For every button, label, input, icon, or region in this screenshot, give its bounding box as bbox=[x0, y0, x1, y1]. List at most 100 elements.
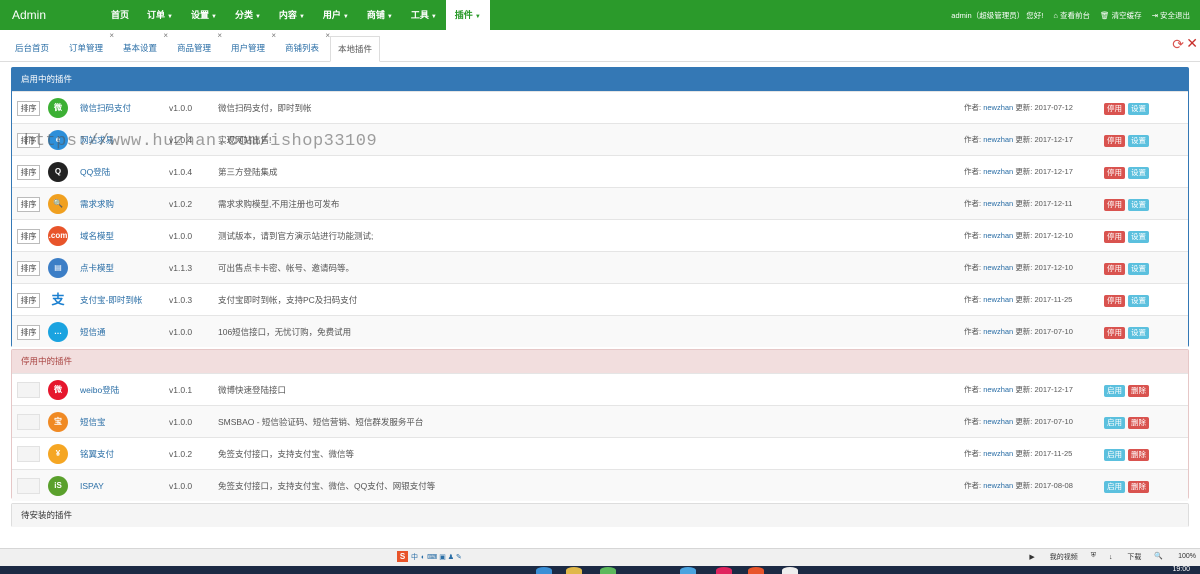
author-link[interactable]: newzhan bbox=[983, 231, 1013, 240]
disable-button[interactable]: 停用 bbox=[1104, 135, 1125, 147]
view-front-link[interactable]: ⌂ 查看前台 bbox=[1053, 10, 1090, 21]
menu-item-6[interactable]: 商铺 ▼ bbox=[358, 0, 402, 30]
tab-0[interactable]: 后台首页 bbox=[8, 36, 56, 62]
settings-button[interactable]: 设置 bbox=[1128, 263, 1149, 275]
settings-button[interactable]: 设置 bbox=[1128, 327, 1149, 339]
plugin-name-link[interactable]: QQ登陆 bbox=[80, 156, 110, 188]
ie-taskbar-icon[interactable] bbox=[536, 567, 552, 574]
author-link[interactable]: newzhan bbox=[983, 481, 1013, 490]
clear-cache-link[interactable]: 🗑 清空缓存 bbox=[1100, 10, 1142, 21]
tab-3[interactable]: 商品管理 × bbox=[170, 32, 222, 62]
menu-item-4[interactable]: 内容 ▼ bbox=[270, 0, 314, 30]
sort-button[interactable]: 排序 bbox=[17, 197, 40, 212]
chevron-down-icon: ▼ bbox=[430, 14, 437, 20]
ime-toolbar[interactable]: S 中 ◐ ⌨ ▣ ♟ ✎ bbox=[397, 551, 462, 562]
menu-item-2[interactable]: 设置 ▼ bbox=[182, 0, 226, 30]
enable-button[interactable]: 启用 bbox=[1104, 481, 1125, 493]
plugin-name-link[interactable]: 支付宝-即时到帐 bbox=[80, 284, 142, 316]
sort-button[interactable]: 排序 bbox=[17, 101, 40, 116]
update-date: 2017-07-10 bbox=[1034, 417, 1073, 426]
plugin-name-link[interactable]: 短信宝 bbox=[80, 406, 106, 438]
disable-button[interactable]: 停用 bbox=[1104, 231, 1125, 243]
download-link[interactable]: ↓ 下载 bbox=[1109, 552, 1141, 562]
author-link[interactable]: newzhan bbox=[983, 385, 1013, 394]
enable-button[interactable]: 启用 bbox=[1104, 449, 1125, 461]
disable-button[interactable]: 停用 bbox=[1104, 327, 1125, 339]
settings-button[interactable]: 设置 bbox=[1128, 167, 1149, 179]
folder-taskbar-icon[interactable] bbox=[566, 567, 582, 574]
updated-prefix: 更新: bbox=[1015, 449, 1033, 458]
plugin-name-link[interactable]: 短信通 bbox=[80, 316, 106, 348]
tab-5[interactable]: 商铺列表 × bbox=[278, 32, 330, 62]
update-date: 2017-12-10 bbox=[1034, 263, 1073, 272]
enable-button[interactable]: 启用 bbox=[1104, 417, 1125, 429]
author-link[interactable]: newzhan bbox=[983, 263, 1013, 272]
author-link[interactable]: newzhan bbox=[983, 167, 1013, 176]
disable-button[interactable]: 停用 bbox=[1104, 103, 1125, 115]
sort-button[interactable]: 排序 bbox=[17, 261, 40, 276]
sort-button[interactable]: 排序 bbox=[17, 165, 40, 180]
tab-2[interactable]: 基本设置 × bbox=[116, 32, 168, 62]
menu-item-8[interactable]: 插件 ▼ bbox=[445, 0, 490, 30]
delete-button[interactable]: 删除 bbox=[1128, 449, 1149, 461]
refresh-icon[interactable]: ⟳ bbox=[1172, 36, 1184, 53]
disable-button[interactable]: 停用 bbox=[1104, 263, 1125, 275]
sort-button[interactable]: 排序 bbox=[17, 229, 40, 244]
disable-button[interactable]: 停用 bbox=[1104, 295, 1125, 307]
close-icon[interactable]: × bbox=[109, 32, 114, 40]
sort-button[interactable]: 排序 bbox=[17, 325, 40, 340]
delete-button[interactable]: 删除 bbox=[1128, 417, 1149, 429]
menu-item-7[interactable]: 工具 ▼ bbox=[402, 0, 446, 30]
settings-button[interactable]: 设置 bbox=[1128, 231, 1149, 243]
settings-button[interactable]: 设置 bbox=[1128, 199, 1149, 211]
enable-button[interactable]: 启用 bbox=[1104, 385, 1125, 397]
plugin-name-link[interactable]: 微信扫码支付 bbox=[80, 92, 131, 124]
close-icon[interactable]: × bbox=[217, 32, 222, 40]
tab-6[interactable]: 本地插件 bbox=[330, 36, 381, 62]
author-link[interactable]: newzhan bbox=[983, 135, 1013, 144]
app3-taskbar-icon[interactable] bbox=[748, 567, 764, 574]
settings-button[interactable]: 设置 bbox=[1128, 295, 1149, 307]
author-link[interactable]: newzhan bbox=[983, 449, 1013, 458]
menu-item-3[interactable]: 分类 ▼ bbox=[226, 0, 270, 30]
taskbar-clock: 19:00 bbox=[1172, 566, 1190, 573]
app4-taskbar-icon[interactable] bbox=[782, 567, 798, 574]
zoom-level[interactable]: 🔍 100% bbox=[1154, 552, 1196, 562]
plugin-name-link[interactable]: 铭翼支付 bbox=[80, 438, 114, 470]
plugin-name-link[interactable]: 域名模型 bbox=[80, 220, 114, 252]
close-icon[interactable]: × bbox=[271, 32, 276, 40]
shield-icon[interactable]: ⛨ bbox=[1091, 552, 1096, 562]
author-link[interactable]: newzhan bbox=[983, 295, 1013, 304]
plugin-row: 排序 ▤ 点卡模型 v1.1.3 可出售点卡卡密、帐号、邀请码等。 作者: newzhan… bbox=[12, 251, 1188, 283]
plugin-name-link[interactable]: 点卡模型 bbox=[80, 252, 114, 284]
sort-button[interactable]: 排序 bbox=[17, 293, 40, 308]
browser-taskbar-icon[interactable] bbox=[600, 567, 616, 574]
close-all-icon[interactable]: ✕ bbox=[1186, 35, 1198, 52]
plugin-name-link[interactable]: weibo登陆 bbox=[80, 374, 119, 406]
plugin-name-link[interactable]: ISPAY bbox=[80, 470, 104, 502]
author-link[interactable]: newzhan bbox=[983, 417, 1013, 426]
menu-item-0[interactable]: 首页 bbox=[102, 0, 138, 30]
delete-button[interactable]: 删除 bbox=[1128, 481, 1149, 493]
author-link[interactable]: newzhan bbox=[983, 103, 1013, 112]
author-link[interactable]: newzhan bbox=[983, 327, 1013, 336]
app2-taskbar-icon[interactable] bbox=[716, 567, 732, 574]
menu-item-1[interactable]: 订单 ▼ bbox=[138, 0, 182, 30]
disable-button[interactable]: 停用 bbox=[1104, 199, 1125, 211]
my-video-link[interactable]: ▶ 我的视频 bbox=[1029, 552, 1077, 562]
plugin-name-link[interactable]: 需求求购 bbox=[80, 188, 114, 220]
app-taskbar-icon[interactable] bbox=[680, 567, 696, 574]
author-link[interactable]: newzhan bbox=[983, 199, 1013, 208]
menu-item-5[interactable]: 用户 ▼ bbox=[314, 0, 358, 30]
tab-4[interactable]: 用户管理 × bbox=[224, 32, 276, 62]
settings-button[interactable]: 设置 bbox=[1128, 103, 1149, 115]
tab-1[interactable]: 订单管理 × bbox=[62, 32, 114, 62]
plugin-row: 微 weibo登陆 v1.0.1 微博快速登陆接口 作者: newzhan 更新: 20… bbox=[12, 373, 1188, 405]
plugin-meta: 作者: newzhan 更新: 2017-12-17 bbox=[964, 124, 1073, 156]
logout-link[interactable]: ⇥ 安全退出 bbox=[1152, 10, 1190, 21]
close-icon[interactable]: × bbox=[163, 32, 168, 40]
settings-button[interactable]: 设置 bbox=[1128, 135, 1149, 147]
brand-logo[interactable]: Admin bbox=[12, 8, 46, 22]
delete-button[interactable]: 删除 bbox=[1128, 385, 1149, 397]
disable-button[interactable]: 停用 bbox=[1104, 167, 1125, 179]
